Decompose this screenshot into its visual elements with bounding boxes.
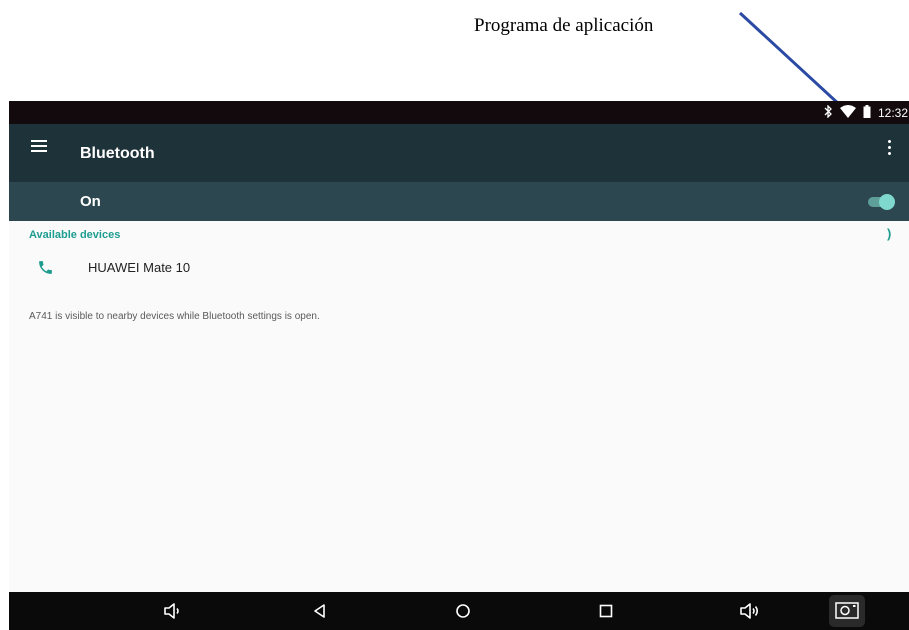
volume-down-icon[interactable] xyxy=(160,599,184,623)
status-time: 12:32 xyxy=(877,105,908,120)
device-name: HUAWEI Mate 10 xyxy=(88,260,191,275)
back-icon[interactable] xyxy=(308,599,332,623)
bluetooth-toggle[interactable] xyxy=(866,194,896,210)
screenshot-icon[interactable] xyxy=(829,595,865,627)
wifi-icon xyxy=(839,104,856,121)
available-devices-header: Available devices xyxy=(29,229,121,241)
phone-icon xyxy=(37,259,54,276)
switch-label: On xyxy=(80,193,101,210)
status-bar: 12:32 xyxy=(9,101,909,124)
page: Programa de aplicación 12:32 Bluetooth O… xyxy=(0,0,909,630)
volume-up-icon[interactable] xyxy=(737,599,761,623)
app-bar: Bluetooth xyxy=(9,124,909,182)
more-vertical-icon[interactable] xyxy=(881,135,899,161)
annotation-label: Programa de aplicación xyxy=(474,15,654,36)
toggle-thumb xyxy=(879,194,895,210)
recents-icon[interactable] xyxy=(594,599,618,623)
navigation-bar xyxy=(9,592,909,630)
scanning-progress-icon: ) xyxy=(887,226,892,241)
bluetooth-icon xyxy=(823,103,833,121)
device-screen: 12:32 Bluetooth On Available devices) H… xyxy=(9,101,909,630)
home-icon[interactable] xyxy=(451,599,475,623)
battery-icon xyxy=(863,104,871,121)
hamburger-menu-icon[interactable] xyxy=(31,140,47,154)
bluetooth-switch-bar[interactable]: On xyxy=(9,182,909,221)
visibility-info-text: A741 is visible to nearby devices while … xyxy=(29,311,320,322)
status-icons: 12:32 xyxy=(823,101,909,124)
page-title: Bluetooth xyxy=(80,145,155,162)
device-item[interactable]: HUAWEI Mate 10 xyxy=(9,249,909,285)
